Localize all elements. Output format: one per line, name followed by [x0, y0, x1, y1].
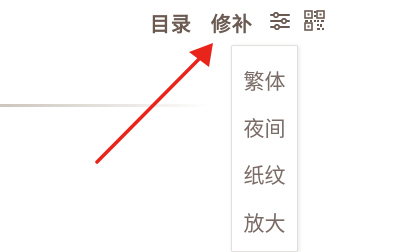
toc-button[interactable]: 目录	[150, 8, 192, 37]
menu-item-night-mode[interactable]: 夜间	[232, 113, 297, 143]
qr-code-icon[interactable]	[304, 10, 325, 31]
reader-page: 目录 修补 繁体 夜间 纸纹 放大	[0, 0, 415, 252]
sliders-icon[interactable]	[270, 12, 290, 30]
menu-item-traditional[interactable]: 繁体	[232, 66, 297, 96]
fix-button[interactable]: 修补	[211, 8, 253, 37]
content-divider	[0, 104, 210, 107]
menu-item-zoom[interactable]: 放大	[232, 208, 297, 238]
reader-toolbar: 目录 修补	[0, 0, 415, 45]
settings-dropdown-menu: 繁体 夜间 纸纹 放大	[231, 45, 298, 252]
menu-item-paper-texture[interactable]: 纸纹	[232, 160, 297, 190]
